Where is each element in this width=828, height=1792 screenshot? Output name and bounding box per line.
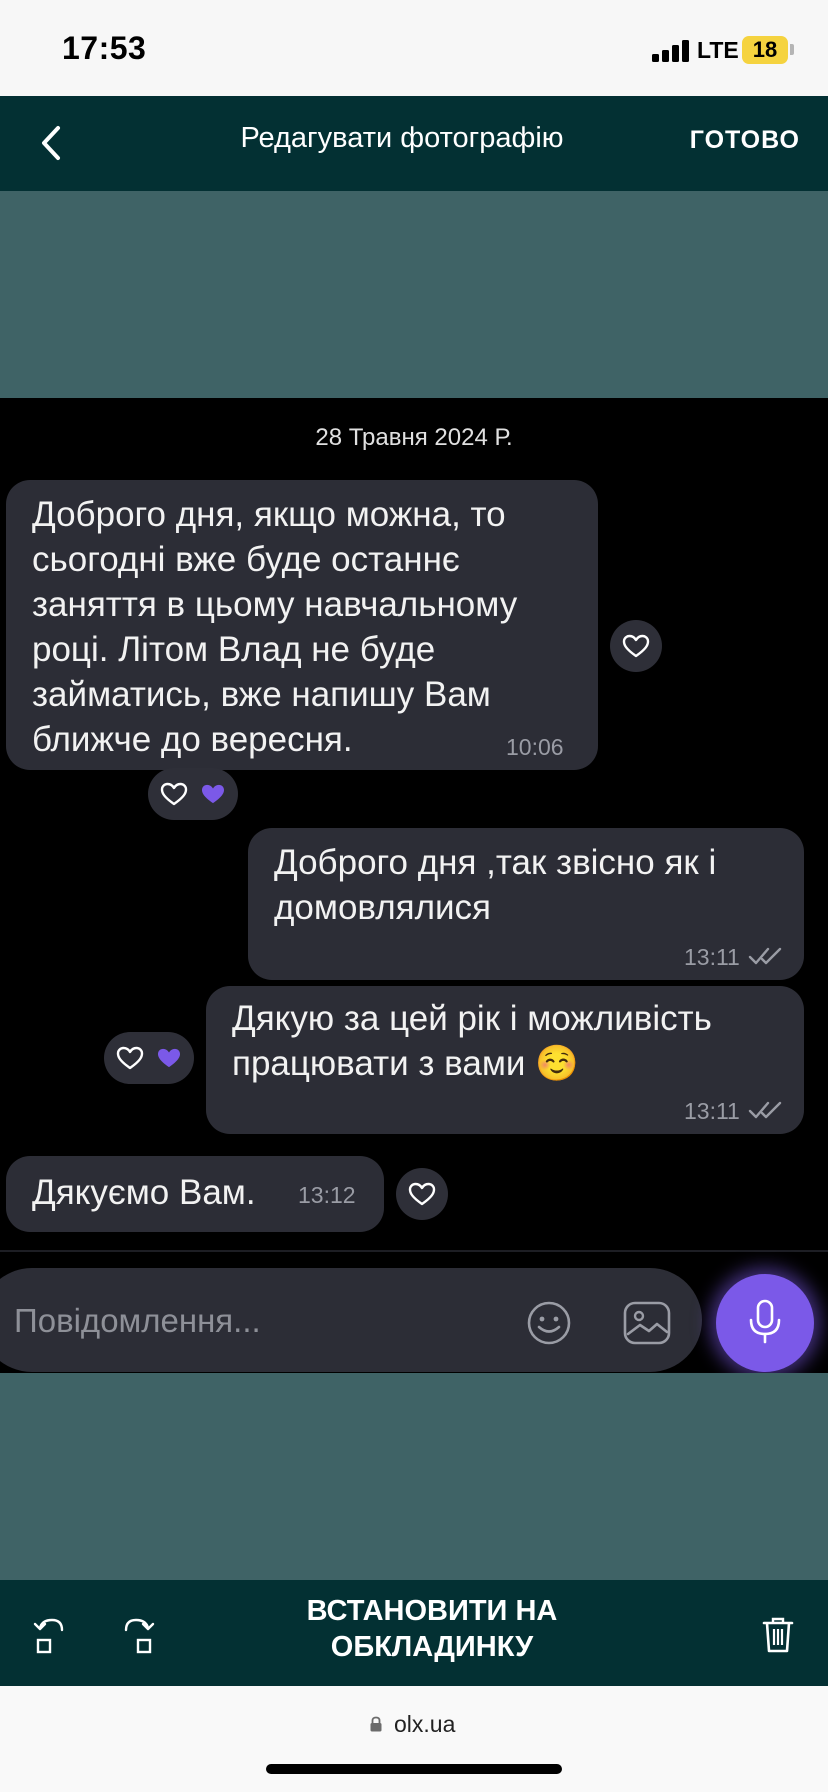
message-bubble-incoming: Дякуємо Вам. 13:12 bbox=[6, 1156, 384, 1232]
rotate-left-button[interactable] bbox=[32, 1614, 72, 1656]
double-check-icon bbox=[748, 1101, 782, 1119]
battery-cap bbox=[790, 44, 794, 55]
chat-date: 28 Травня 2024 Р. bbox=[315, 424, 513, 451]
gallery-icon[interactable] bbox=[622, 1300, 672, 1346]
reaction-button[interactable] bbox=[610, 620, 662, 672]
rotate-left-icon bbox=[33, 1618, 64, 1654]
message-input-placeholder: Повідомлення... bbox=[14, 1302, 261, 1339]
message-text: Доброго дня ,так звісно як і домовлялися bbox=[274, 843, 717, 927]
reaction-button[interactable] bbox=[396, 1168, 448, 1220]
reaction-liked[interactable] bbox=[104, 1032, 194, 1084]
message-bubble-outgoing: Доброго дня ,так звісно як і домовлялися… bbox=[248, 828, 804, 980]
editor-canvas-bottom bbox=[0, 1373, 828, 1580]
microphone-icon bbox=[749, 1299, 781, 1344]
lock-icon bbox=[370, 1716, 382, 1732]
message-text: Дякуємо Вам. bbox=[32, 1173, 256, 1212]
heart-outline-icon bbox=[116, 1046, 144, 1070]
battery-level: 18 bbox=[752, 37, 778, 62]
voice-record-button[interactable] bbox=[716, 1274, 814, 1372]
delete-button[interactable] bbox=[760, 1615, 796, 1655]
message-time: 13:11 bbox=[684, 1098, 740, 1124]
network-type: LTE bbox=[697, 37, 739, 63]
set-as-cover-label-line1: ВСТАНОВИТИ НА bbox=[306, 1595, 558, 1627]
trash-icon bbox=[762, 1617, 794, 1653]
chevron-left-icon bbox=[42, 126, 60, 160]
message-text: Доброго дня, якщо можна, то сьогодні вже… bbox=[32, 495, 518, 759]
heart-outline-icon bbox=[160, 782, 188, 806]
cellular-signal-icon bbox=[652, 40, 690, 62]
photo-preview[interactable]: 28 Травня 2024 Р. Доброго дня, якщо можн… bbox=[0, 398, 828, 1373]
message-bubble-incoming: Доброго дня, якщо можна, то сьогодні вже… bbox=[6, 480, 598, 770]
reaction-liked[interactable] bbox=[148, 768, 238, 820]
input-divider bbox=[0, 1250, 828, 1252]
browser-address-bar[interactable] bbox=[0, 1686, 828, 1792]
set-as-cover-label-line2: ОБКЛАДИНКУ bbox=[330, 1631, 534, 1663]
message-time: 13:11 bbox=[684, 944, 740, 970]
status-time: 17:53 bbox=[62, 30, 147, 66]
message-text: Дякую за цей рік і можливість працювати … bbox=[232, 999, 712, 1083]
heart-outline-icon bbox=[408, 1182, 436, 1206]
editor-canvas-top bbox=[0, 191, 828, 398]
set-as-cover-button[interactable]: ВСТАНОВИТИ НА ОБКЛАДИНКУ bbox=[230, 1593, 634, 1665]
rotate-right-button[interactable] bbox=[118, 1614, 158, 1656]
message-time: 10:06 bbox=[506, 734, 564, 760]
done-button[interactable]: ГОТОВО bbox=[680, 126, 800, 155]
heart-outline-icon bbox=[622, 634, 650, 658]
rotate-right-icon bbox=[124, 1618, 155, 1654]
double-check-icon bbox=[748, 947, 782, 965]
emoji-icon[interactable] bbox=[526, 1300, 572, 1346]
page-title: Редагувати фотографію bbox=[240, 122, 564, 154]
url-text: olx.ua bbox=[394, 1711, 456, 1737]
message-bubble-outgoing: Дякую за цей рік і можливість працювати … bbox=[206, 986, 804, 1134]
back-button[interactable] bbox=[32, 118, 72, 168]
home-indicator[interactable] bbox=[266, 1764, 562, 1774]
heart-filled-icon bbox=[158, 1048, 180, 1068]
message-time: 13:12 bbox=[298, 1182, 356, 1208]
heart-filled-icon bbox=[202, 784, 224, 804]
battery-icon: 18 bbox=[742, 36, 788, 64]
